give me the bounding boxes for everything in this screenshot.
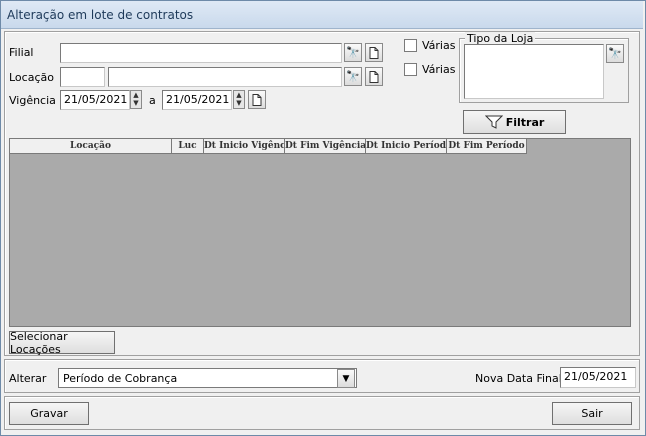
filial-input[interactable] xyxy=(60,43,342,63)
varias-checkbox-2[interactable] xyxy=(404,63,417,76)
vigencia-separator: a xyxy=(149,94,156,107)
locacao-name-input[interactable] xyxy=(108,67,342,87)
col-dt-inicio-periodo[interactable]: Dt Inicio Período xyxy=(366,139,447,154)
document-icon xyxy=(369,46,379,59)
varias-label-2: Várias xyxy=(422,63,456,76)
gravar-label: Gravar xyxy=(30,407,68,420)
window-title: Alteração em lote de contratos xyxy=(7,8,194,22)
selecionar-locacoes-button[interactable]: Selecionar Locações xyxy=(9,329,115,356)
col-dt-inicio-vigencia[interactable]: Dt Inicio Vigência xyxy=(204,139,285,154)
locacao-search-button[interactable]: 🔭 xyxy=(344,67,362,86)
locacao-label: Locação xyxy=(9,71,54,84)
spin-up-icon: ▲ xyxy=(236,91,242,99)
document-icon xyxy=(369,70,379,83)
col-luc[interactable]: Luc xyxy=(172,139,204,154)
nova-data-final-input[interactable]: 21/05/2021 xyxy=(560,367,636,388)
sair-button[interactable]: Sair xyxy=(552,402,632,425)
spin-up-icon: ▲ xyxy=(133,91,139,99)
locacao-clear-button[interactable] xyxy=(365,67,383,86)
varias-checkbox-1[interactable] xyxy=(404,39,417,52)
spin-down-icon: ▼ xyxy=(133,99,139,107)
filial-clear-button[interactable] xyxy=(365,43,383,62)
vigencia-label: Vigência xyxy=(9,94,56,107)
binoculars-icon: 🔭 xyxy=(346,70,360,83)
binoculars-icon: 🔭 xyxy=(608,47,622,60)
filial-search-button[interactable]: 🔭 xyxy=(344,43,362,62)
col-locacao[interactable]: Locação xyxy=(10,139,172,154)
col-dt-fim-periodo[interactable]: Dt Fim Período xyxy=(447,139,527,154)
filtrar-label: Filtrar xyxy=(505,115,545,129)
chevron-down-icon: ▼ xyxy=(342,373,350,384)
vigencia-start-input[interactable]: 21/05/2021 xyxy=(60,90,130,110)
varias-label-1: Várias xyxy=(422,39,456,52)
title-bar: Alteração em lote de contratos xyxy=(1,1,643,29)
locacao-code-input[interactable] xyxy=(60,67,105,87)
filter-icon xyxy=(484,115,503,129)
tipo-loja-list[interactable] xyxy=(464,44,604,99)
vigencia-start-spinner[interactable]: ▲ ▼ xyxy=(130,90,142,109)
spin-down-icon: ▼ xyxy=(236,99,242,107)
filial-label: Filial xyxy=(9,46,34,59)
sair-label: Sair xyxy=(581,407,603,420)
footer-panel xyxy=(4,396,640,430)
vigencia-end-input[interactable]: 21/05/2021 xyxy=(162,90,232,110)
col-dt-fim-vigencia[interactable]: Dt Fim Vigência xyxy=(285,139,366,154)
alterar-select[interactable]: Período de Cobrança ▼ xyxy=(58,368,357,388)
vigencia-clear-button[interactable] xyxy=(248,90,266,109)
alterar-selected-value: Período de Cobrança xyxy=(63,372,178,385)
filtrar-button[interactable]: Filtrar xyxy=(463,110,566,134)
gravar-button[interactable]: Gravar xyxy=(9,402,89,425)
document-icon xyxy=(252,93,262,106)
grid-header: Locação Luc Dt Inicio Vigência Dt Fim Vi… xyxy=(10,139,630,154)
locacoes-grid[interactable]: Locação Luc Dt Inicio Vigência Dt Fim Vi… xyxy=(9,138,631,327)
binoculars-icon: 🔭 xyxy=(346,46,360,59)
nova-data-final-label: Nova Data Final xyxy=(475,372,562,385)
selecionar-locacoes-label: Selecionar Locações xyxy=(10,329,68,356)
tipo-loja-search-button[interactable]: 🔭 xyxy=(606,44,624,63)
vigencia-end-spinner[interactable]: ▲ ▼ xyxy=(233,90,245,109)
alterar-label: Alterar xyxy=(9,372,47,385)
alterar-dropdown-button[interactable]: ▼ xyxy=(337,369,355,388)
